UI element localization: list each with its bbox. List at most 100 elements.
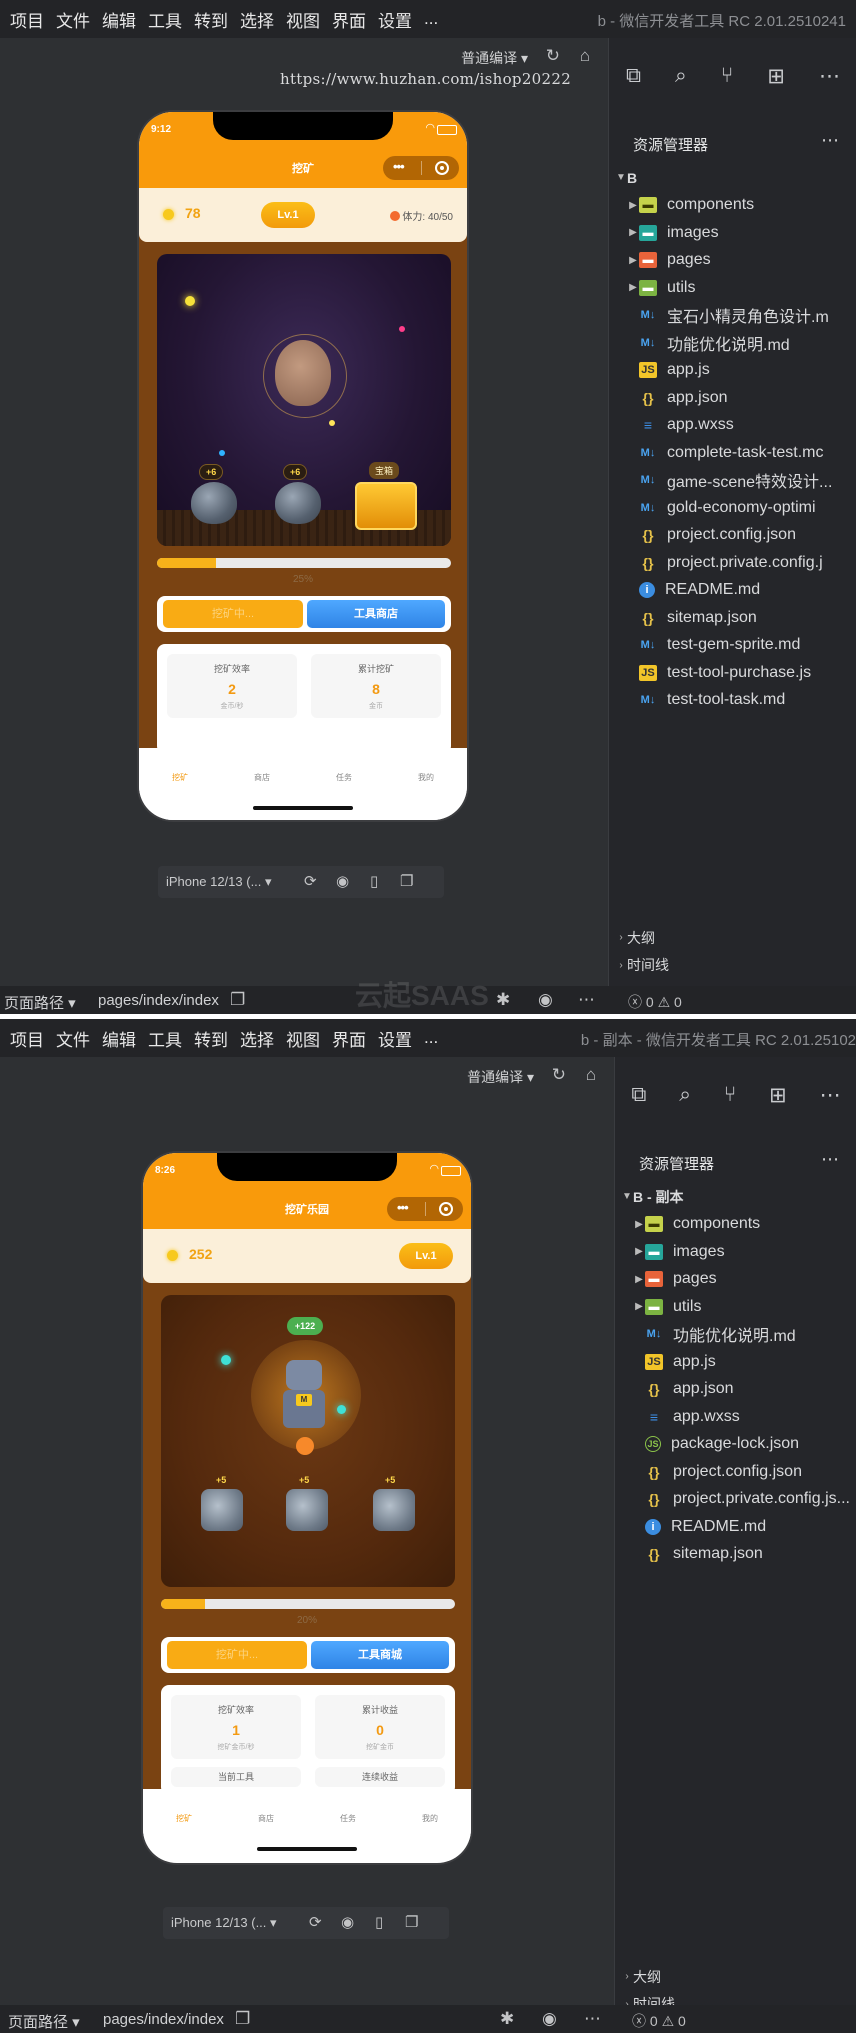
menu-file[interactable]: 文件: [56, 1026, 90, 1051]
compile-mode-select[interactable]: 普通编译 ▾: [467, 1067, 534, 1087]
files-icon[interactable]: ⧉: [631, 1083, 646, 1107]
file-item[interactable]: M↓ 功能优化说明.md: [615, 1321, 856, 1349]
menu-tools[interactable]: 工具: [148, 1026, 182, 1051]
file-item[interactable]: M↓ gold-economy-optimi: [609, 494, 856, 522]
tab-tasks[interactable]: 任务: [303, 772, 385, 783]
folder-components[interactable]: ▶ ▬ components: [609, 192, 856, 220]
tab-tasks[interactable]: 任务: [307, 1813, 389, 1824]
folder-images[interactable]: ▶ ▬ images: [615, 1238, 856, 1266]
menu-tools[interactable]: 工具: [148, 7, 182, 32]
file-item[interactable]: JS app.js: [609, 357, 856, 385]
menu-select[interactable]: 选择: [240, 1026, 274, 1051]
refresh-icon[interactable]: ↻: [546, 46, 560, 66]
record-icon[interactable]: ◉: [341, 1913, 354, 1931]
tree-root[interactable]: ▼ B - 副本: [615, 1183, 856, 1211]
page-path-select[interactable]: 页面路径 ▾: [8, 2011, 80, 2032]
menu-capsule[interactable]: •••: [383, 156, 459, 180]
level-badge[interactable]: Lv.1: [399, 1243, 453, 1269]
more-dots-icon[interactable]: •••: [393, 159, 405, 174]
rotate-icon[interactable]: ⟳: [304, 872, 317, 890]
menu-more[interactable]: ...: [424, 1028, 438, 1048]
file-item[interactable]: JS test-tool-purchase.js: [609, 659, 856, 687]
tab-profile[interactable]: 我的: [389, 1813, 471, 1824]
robot-miner-character[interactable]: M: [283, 1390, 325, 1428]
search-icon[interactable]: ⌕: [679, 1083, 691, 1107]
menu-view[interactable]: 视图: [286, 1026, 320, 1051]
ore-rock[interactable]: [373, 1489, 415, 1531]
rotate-icon[interactable]: ⟳: [309, 1913, 322, 1931]
folder-utils[interactable]: ▶ ▬ utils: [609, 274, 856, 302]
menu-select[interactable]: 选择: [240, 7, 274, 32]
record-icon[interactable]: ◉: [336, 872, 349, 890]
outline-header[interactable]: › 大纲: [615, 1963, 856, 1991]
file-item[interactable]: {} app.json: [609, 384, 856, 412]
menu-goto[interactable]: 转到: [194, 1026, 228, 1051]
menu-goto[interactable]: 转到: [194, 7, 228, 32]
file-item[interactable]: M↓ test-gem-sprite.md: [609, 632, 856, 660]
outline-header[interactable]: › 大纲: [609, 924, 856, 952]
copy-icon[interactable]: ❐: [235, 2009, 250, 2029]
menu-settings[interactable]: 设置: [378, 7, 412, 32]
menu-capsule[interactable]: •••: [387, 1197, 463, 1221]
extensions-icon[interactable]: ⊞: [769, 1083, 787, 1108]
file-item[interactable]: JS app.js: [615, 1348, 856, 1376]
menu-edit[interactable]: 编辑: [102, 1026, 136, 1051]
debug-icon[interactable]: ✱: [496, 990, 510, 1010]
phone-icon[interactable]: ▯: [370, 872, 378, 890]
mining-scene[interactable]: +122 M +5 +5 +5: [161, 1295, 455, 1587]
problems-indicator[interactable]: ⓧ 0 ⚠ 0: [632, 2011, 686, 2031]
files-icon[interactable]: ⧉: [626, 64, 641, 88]
mining-scene[interactable]: +6 +6 宝箱: [157, 254, 451, 546]
popout-icon[interactable]: ❐: [400, 872, 413, 890]
status-more-icon[interactable]: ⋯: [578, 990, 595, 1010]
file-item[interactable]: {} sitemap.json: [615, 1541, 856, 1569]
debug-icon[interactable]: ✱: [500, 2009, 514, 2029]
status-more-icon[interactable]: ⋯: [584, 2009, 601, 2029]
file-item[interactable]: ≡ app.wxss: [615, 1403, 856, 1431]
file-item[interactable]: M↓ complete-task-test.mc: [609, 439, 856, 467]
close-miniprogram-icon[interactable]: [439, 1202, 453, 1216]
copy-icon[interactable]: ❐: [230, 990, 245, 1010]
timeline-header[interactable]: › 时间线: [609, 952, 856, 980]
device-select[interactable]: iPhone 12/13 (... ▾: [166, 874, 272, 890]
ore-rock[interactable]: [275, 482, 321, 524]
menu-interface[interactable]: 界面: [332, 7, 366, 32]
tree-root[interactable]: ▼ B: [609, 164, 856, 192]
menu-project[interactable]: 项目: [10, 1026, 44, 1051]
folder-pages[interactable]: ▶ ▬ pages: [609, 247, 856, 275]
file-item[interactable]: i README.md: [615, 1513, 856, 1541]
tab-shop[interactable]: 商店: [225, 1813, 307, 1824]
menu-interface[interactable]: 界面: [332, 1026, 366, 1051]
tool-shop-button[interactable]: 工具商城: [311, 1641, 449, 1669]
file-item[interactable]: M↓ 功能优化说明.md: [609, 329, 856, 357]
explorer-more-icon[interactable]: ⋯: [821, 130, 839, 151]
popout-icon[interactable]: ❐: [405, 1913, 418, 1931]
problems-indicator[interactable]: ⓧ 0 ⚠ 0: [628, 992, 682, 1012]
page-path-select[interactable]: 页面路径 ▾: [4, 992, 76, 1013]
more-dots-icon[interactable]: •••: [397, 1200, 409, 1215]
folder-pages[interactable]: ▶ ▬ pages: [615, 1266, 856, 1294]
preview-eye-icon[interactable]: ◉: [538, 990, 553, 1010]
mine-button[interactable]: 挖矿中...: [163, 600, 303, 628]
file-item[interactable]: M↓ 宝石小精灵角色设计.m: [609, 302, 856, 330]
pickaxe-icon[interactable]: [296, 1437, 314, 1455]
tool-shop-button[interactable]: 工具商店: [307, 600, 445, 628]
level-badge[interactable]: Lv.1: [261, 202, 315, 228]
file-item[interactable]: {} sitemap.json: [609, 604, 856, 632]
ore-rock[interactable]: [201, 1489, 243, 1531]
file-item[interactable]: {} project.config.json: [615, 1458, 856, 1486]
tab-profile[interactable]: 我的: [385, 772, 467, 783]
extensions-icon[interactable]: ⊞: [767, 64, 785, 89]
clear-cache-icon[interactable]: ⌂: [586, 1065, 596, 1085]
more-icon[interactable]: ⋯: [819, 64, 840, 89]
search-icon[interactable]: ⌕: [675, 64, 687, 88]
source-control-icon[interactable]: ⑂: [724, 1083, 737, 1107]
refresh-icon[interactable]: ↻: [552, 1065, 566, 1085]
file-item[interactable]: i README.md: [609, 577, 856, 605]
mine-button[interactable]: 挖矿中...: [167, 1641, 307, 1669]
menu-file[interactable]: 文件: [56, 7, 90, 32]
menu-settings[interactable]: 设置: [378, 1026, 412, 1051]
file-item[interactable]: {} project.private.config.js...: [615, 1486, 856, 1514]
tab-shop[interactable]: 商店: [221, 772, 303, 783]
file-item[interactable]: {} app.json: [615, 1376, 856, 1404]
